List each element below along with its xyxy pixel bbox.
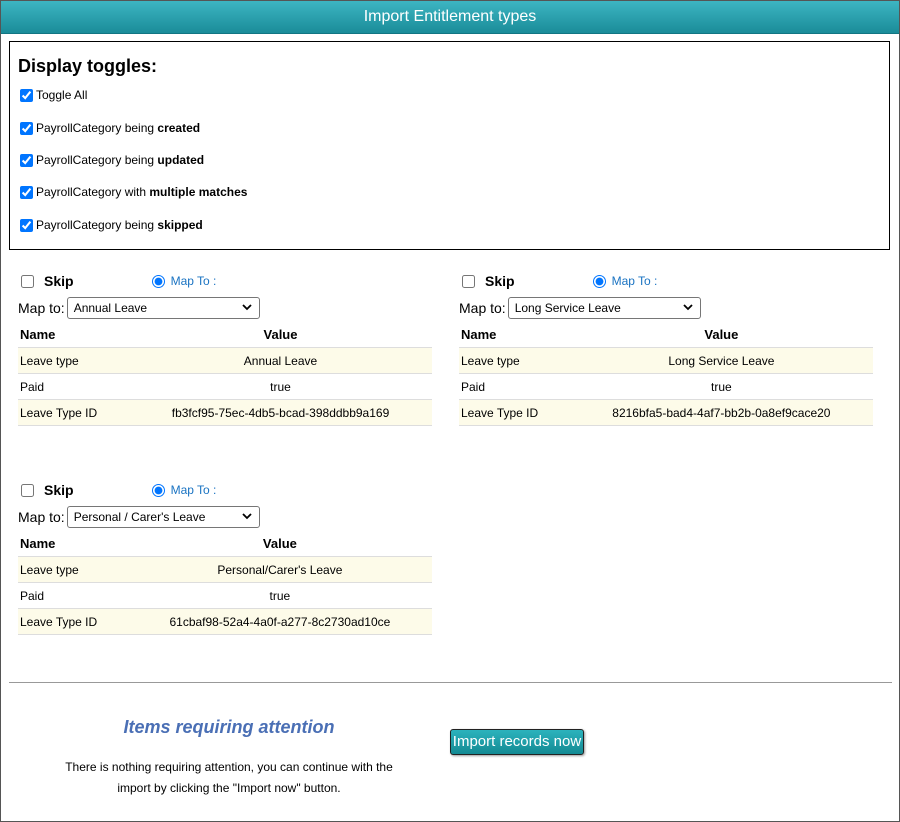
map-to-radio[interactable] — [592, 274, 606, 288]
table-row: Leave type Annual Leave — [18, 347, 432, 374]
map-to-selected-value: Long Service Leave — [514, 301, 621, 315]
skip-checkbox[interactable] — [21, 274, 34, 288]
row-name: Paid — [18, 373, 130, 400]
map-to-label: Map to: — [459, 300, 506, 316]
mapping-table: Name Value Leave type Personal/Carer's Lea… — [18, 530, 432, 635]
table-row: Leave Type ID 61cbaf98-52a4-4a0f-a277-8c2… — [18, 608, 432, 635]
row-value: true — [129, 373, 432, 400]
toggle-multiple-matches[interactable]: PayrollCategory with multiple matches — [20, 184, 247, 200]
table-row: Leave type Personal/Carer's Leave — [18, 556, 432, 583]
chevron-down-icon — [682, 301, 694, 316]
attention-title: Items requiring attention — [123, 717, 335, 737]
toggle-all-checkbox[interactable] — [20, 88, 33, 102]
map-to-select[interactable]: Annual Leave — [66, 297, 260, 319]
toggle-created-checkbox[interactable] — [20, 121, 33, 135]
map-to-label: Map to: — [18, 509, 65, 525]
mapping-table: Name Value Leave type Long Service Leave P… — [459, 321, 873, 426]
map-to-row: Map to: Annual Leave — [18, 297, 260, 319]
table-row: Paid true — [459, 373, 873, 400]
display-toggles-panel: Display toggles: Toggle All PayrollCateg… — [9, 41, 890, 250]
row-value: 8216bfa5-bad4-4af7-bb2b-0a8ef9cace20 — [569, 399, 873, 426]
row-value: Annual Leave — [129, 347, 432, 374]
col-value-header: Value — [569, 321, 873, 348]
map-to-row: Map to: Long Service Leave — [459, 297, 701, 319]
map-to-selected-value: Annual Leave — [73, 301, 148, 315]
skip-row: Skip Map To : — [18, 272, 216, 290]
display-toggles-heading: Display toggles: — [18, 56, 158, 76]
toggle-skipped[interactable]: PayrollCategory being skipped — [20, 217, 203, 233]
map-to-radio-label: Map To : — [170, 483, 217, 497]
chevron-down-icon — [241, 510, 253, 525]
col-name-header: Name — [18, 530, 128, 557]
section-divider — [9, 682, 892, 683]
toggle-label-bold: multiple matches — [149, 185, 248, 199]
window-title: Import Entitlement types — [1, 1, 899, 34]
table-row: Leave Type ID 8216bfa5-bad4-4af7-bb2b-0a8… — [459, 399, 873, 426]
map-to-select[interactable]: Long Service Leave — [507, 297, 701, 319]
import-window: Import Entitlement types Display toggles… — [0, 0, 900, 822]
col-value-header: Value — [129, 321, 432, 348]
row-name: Leave type — [18, 556, 128, 583]
row-value: true — [569, 373, 873, 400]
map-to-radio[interactable] — [151, 274, 165, 288]
attention-message: There is nothing requiring attention, yo… — [65, 760, 393, 795]
import-records-button[interactable]: Import records now — [450, 729, 584, 755]
toggle-multiple-matches-checkbox[interactable] — [20, 185, 33, 199]
row-name: Leave Type ID — [459, 399, 570, 426]
mapping-card-3: Skip Map To : Map to: Personal / Carer's… — [18, 473, 432, 643]
mapping-card-2: Skip Map To : Map to: Long Service Leave… — [459, 264, 873, 434]
row-value: 61cbaf98-52a4-4a0f-a277-8c2730ad10ce — [127, 608, 432, 635]
map-to-radio-label: Map To : — [611, 274, 658, 288]
row-name: Leave type — [18, 347, 130, 374]
col-value-header: Value — [127, 530, 432, 557]
col-name-header: Name — [18, 321, 130, 348]
toggle-label: PayrollCategory being — [36, 121, 158, 135]
skip-row: Skip Map To : — [18, 481, 216, 499]
row-value: true — [127, 582, 432, 609]
toggle-skipped-checkbox[interactable] — [20, 218, 33, 232]
table-row: Leave type Long Service Leave — [459, 347, 873, 374]
map-to-radio-label: Map To : — [170, 274, 217, 288]
toggle-label-bold: skipped — [157, 218, 203, 232]
skip-label: Skip — [44, 482, 74, 498]
row-value: fb3fcf95-75ec-4db5-bcad-398ddbb9a169 — [129, 399, 432, 426]
toggle-updated-checkbox[interactable] — [20, 153, 33, 167]
map-to-select[interactable]: Personal / Carer's Leave — [66, 506, 260, 528]
table-row: Paid true — [18, 373, 432, 400]
row-value: Long Service Leave — [569, 347, 873, 374]
skip-label: Skip — [485, 273, 515, 289]
map-to-radio[interactable] — [151, 483, 165, 497]
row-name: Leave Type ID — [18, 608, 128, 635]
row-value: Personal/Carer's Leave — [127, 556, 432, 583]
toggle-updated[interactable]: PayrollCategory being updated — [20, 152, 204, 168]
table-row: Leave Type ID fb3fcf95-75ec-4db5-bcad-398… — [18, 399, 432, 426]
map-to-selected-value: Personal / Carer's Leave — [73, 510, 206, 524]
toggle-all[interactable]: Toggle All — [20, 87, 87, 103]
table-row: Paid true — [18, 582, 432, 609]
mapping-card-1: Skip Map To : Map to: Annual Leave Name V… — [18, 264, 432, 434]
toggle-created[interactable]: PayrollCategory being created — [20, 120, 200, 136]
map-to-row: Map to: Personal / Carer's Leave — [18, 506, 260, 528]
skip-row: Skip Map To : — [459, 272, 657, 290]
skip-label: Skip — [44, 273, 74, 289]
row-name: Leave Type ID — [18, 399, 130, 426]
row-name: Leave type — [459, 347, 570, 374]
map-to-label: Map to: — [18, 300, 65, 316]
toggle-label-bold: updated — [157, 153, 205, 167]
toggle-label: Toggle All — [36, 88, 88, 102]
toggle-label-bold: created — [157, 121, 201, 135]
row-name: Paid — [459, 373, 570, 400]
toggle-label: PayrollCategory being — [36, 218, 158, 232]
skip-checkbox[interactable] — [462, 274, 475, 288]
mapping-table: Name Value Leave type Annual Leave Paid tru… — [18, 321, 432, 426]
col-name-header: Name — [459, 321, 570, 348]
row-name: Paid — [18, 582, 128, 609]
skip-checkbox[interactable] — [21, 483, 34, 497]
toggle-label: PayrollCategory being — [36, 153, 158, 167]
toggle-label: PayrollCategory with — [36, 185, 150, 199]
chevron-down-icon — [241, 301, 253, 316]
